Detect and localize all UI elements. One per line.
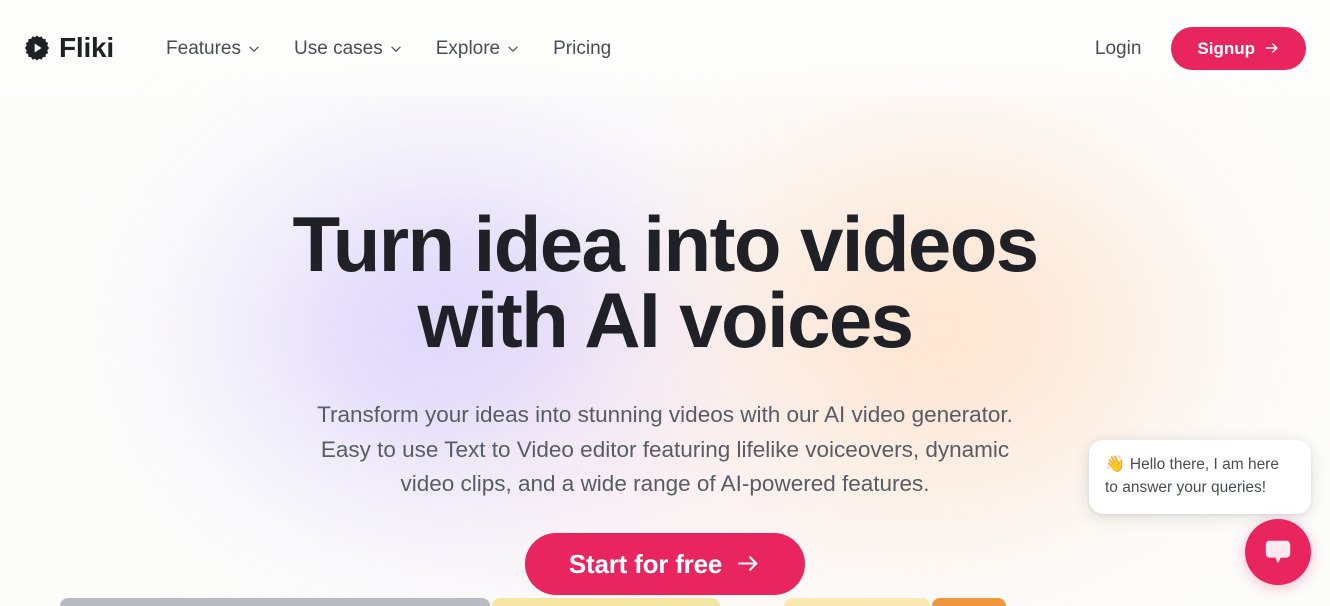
site-header: Fliki Features Use cases Explore Pricing…	[0, 0, 1330, 96]
signup-button-label: Signup	[1197, 38, 1255, 58]
waving-hand-icon: 👋	[1105, 456, 1125, 473]
nav-item-explore[interactable]: Explore	[436, 39, 519, 58]
chevron-down-icon	[391, 46, 401, 52]
gear-play-icon	[24, 35, 50, 61]
hero-cta-wrapper: Start for free	[0, 532, 1330, 595]
bottom-card-2[interactable]	[492, 598, 720, 606]
hero-subtitle-line-2: Easy to use Text to Video editor featuri…	[320, 436, 1010, 462]
chat-greeting-line-2: to answer your queries!	[1105, 478, 1267, 496]
chat-bubble-icon	[1265, 540, 1291, 563]
nav-item-use-cases-label: Use cases	[294, 37, 383, 59]
start-for-free-button[interactable]: Start for free	[524, 532, 806, 595]
hero-title-line-2: with AI voices	[417, 275, 914, 364]
arrow-right-icon	[1265, 43, 1278, 53]
nav-item-features-label: Features	[166, 37, 241, 59]
brand-name: Fliki	[59, 32, 115, 63]
bottom-cards-strip	[0, 598, 1330, 606]
bottom-card-1[interactable]	[60, 598, 490, 606]
nav-item-explore-label: Explore	[435, 37, 501, 59]
hero-title: Turn idea into videos with AI voices	[0, 205, 1330, 359]
nav-item-use-cases[interactable]: Use cases	[294, 39, 402, 58]
page-root: Fliki Features Use cases Explore Pricing…	[0, 0, 1330, 606]
start-for-free-label: Start for free	[568, 548, 723, 579]
hero-subtitle-line-1: Transform your ideas into stunning video…	[317, 402, 1013, 428]
brand-logo-link[interactable]: Fliki	[24, 34, 114, 62]
nav-item-pricing-label: Pricing	[553, 37, 612, 59]
hero-subtitle-line-3: video clips, and a wide range of AI-powe…	[400, 470, 930, 496]
bottom-card-3[interactable]	[784, 598, 930, 606]
chevron-down-icon	[249, 46, 259, 52]
chevron-down-icon	[508, 46, 518, 52]
header-actions: Login Signup	[1095, 26, 1306, 70]
arrow-right-icon	[738, 556, 758, 572]
login-link[interactable]: Login	[1095, 39, 1142, 58]
chat-greeting-tooltip[interactable]: 👋 Hello there, I am here to answer your q…	[1089, 440, 1311, 514]
hero-section: Turn idea into videos with AI voices Tra…	[0, 96, 1330, 595]
nav-item-features[interactable]: Features	[166, 39, 260, 58]
chat-launcher-button[interactable]	[1245, 519, 1311, 585]
bottom-card-4[interactable]	[932, 598, 1006, 606]
chat-greeting-text: 👋 Hello there, I am here to answer your q…	[1105, 454, 1295, 499]
chat-greeting-line-1: Hello there, I am here	[1129, 456, 1279, 473]
nav-item-pricing[interactable]: Pricing	[553, 39, 611, 58]
signup-button[interactable]: Signup	[1171, 26, 1306, 70]
main-navigation: Features Use cases Explore Pricing	[166, 39, 611, 58]
